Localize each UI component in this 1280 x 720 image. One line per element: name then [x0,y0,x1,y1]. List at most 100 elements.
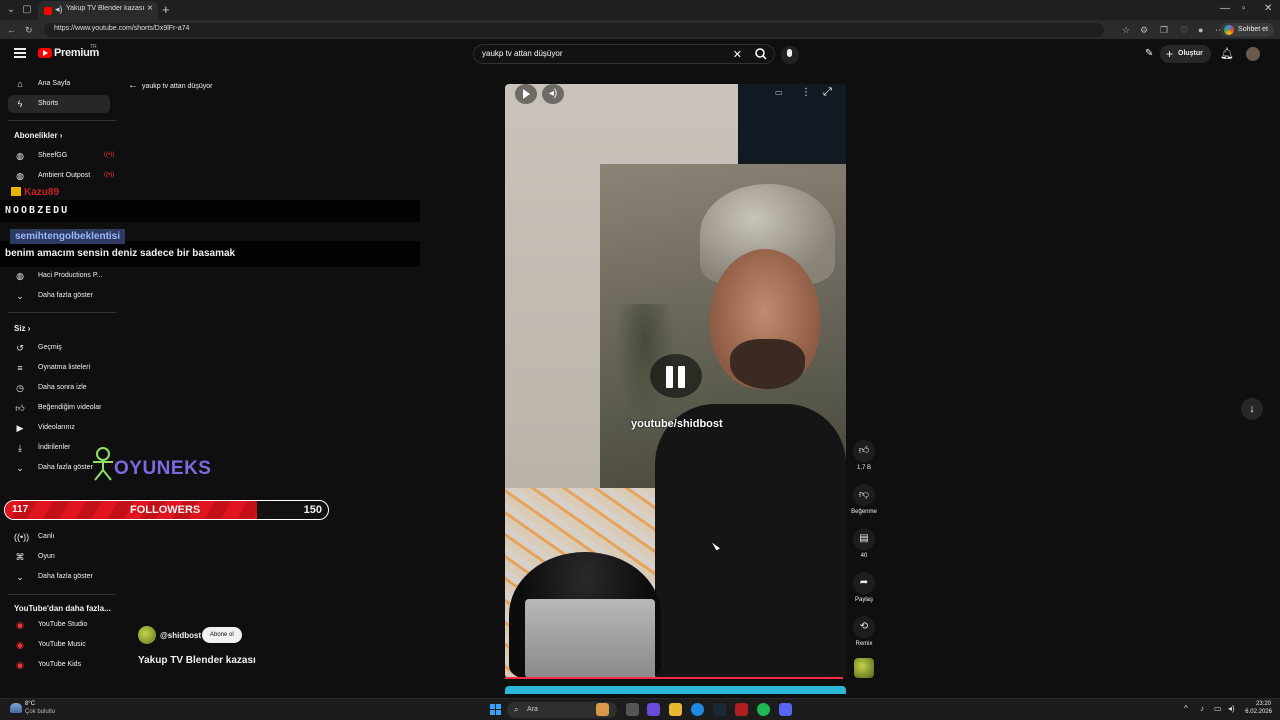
next-short-button[interactable]: ↓ [1241,398,1263,420]
workspaces-icon[interactable]: ▢ [20,3,34,17]
sidebar-item-liked[interactable]: 👍︎ Beğendiğim videolar [8,399,110,417]
sidebar-item-home[interactable]: ⌂ Ana Sayfa [8,75,110,93]
video-progress-bar[interactable] [505,677,843,679]
sidebar-item-kids[interactable]: ◉ YouTube Kids [8,656,110,674]
tray-overflow-icon[interactable]: ^ [1184,704,1188,713]
sidebar-item-explore-show-more[interactable]: ⌄ Daha fazla göster [8,568,110,586]
file-explorer-icon[interactable] [669,703,682,716]
steam-icon[interactable] [713,703,726,716]
sidebar-item-label: Beğendiğim videolar [38,404,102,411]
browser-tabstrip: ⌄ ▢ ◂) Yakup TV Blender kazası - YouTube… [0,0,1280,20]
sidebar-item-label: Videolarınız [38,424,75,431]
sidebar-item-sheefgg[interactable]: ◍ SheefGG ((•)) [8,147,114,165]
new-tab-button[interactable]: + [162,2,170,17]
sidebar-item-studio[interactable]: ◉ YouTube Studio [8,616,110,634]
cast-icon[interactable]: ✎ [1145,48,1153,59]
sidebar-item-watch-later[interactable]: ◷ Daha sonra izle [8,379,110,397]
obs-icon[interactable] [735,703,748,716]
comments-button[interactable]: ▤ 40 [852,528,876,559]
voice-search-button[interactable] [781,46,799,64]
play-button[interactable] [515,84,537,104]
search-box[interactable]: yaukp tv attan düşüyor ✕ [473,44,775,64]
sidebar-item-show-more[interactable]: ⌄ Daha fazla göster [8,287,110,305]
task-view-icon[interactable] [626,703,639,716]
favorites-bar-icon[interactable]: ♡ [1180,25,1188,36]
sidebar-item-label: Oyun [38,553,55,560]
discord-icon[interactable] [779,703,792,716]
channel-avatar[interactable] [138,626,156,644]
tray-app-icon[interactable]: ♪ [1200,704,1204,713]
copilot-chat-button[interactable]: Sohbet et [1220,23,1274,37]
youtube-logo-icon[interactable] [38,48,52,58]
back-icon[interactable]: ← [7,25,16,35]
weather-description[interactable]: Çok bulutlu [25,709,55,715]
favorite-icon[interactable]: ☆ [1122,25,1130,36]
followers-label: FOLLOWERS [130,504,201,516]
avatar[interactable] [1246,47,1260,61]
close-window-icon[interactable]: ✕ [1264,3,1272,14]
next-video-preview[interactable] [505,686,846,694]
back-to-search-link[interactable]: ← yaukp tv attan düşüyor [128,80,212,91]
shorts-video-player[interactable]: youtube/shidbost ◂) ▭ ⋮ ⤢ [505,84,846,678]
subscribe-button[interactable]: Abone ol [202,627,242,643]
sound-thumbnail[interactable] [854,658,874,678]
remix-button[interactable]: ⟲ Remix [852,616,876,647]
profile-icon[interactable]: ● [1198,25,1203,35]
volume-icon[interactable]: ◂) [542,84,564,104]
subscriptions-header[interactable]: Abonelikler › [14,131,62,140]
hamburger-menu-icon[interactable] [14,48,26,58]
channel-handle[interactable]: @shidbost [160,631,201,640]
url-field[interactable]: https://www.youtube.com/shorts/Dx9lFr-a7… [44,23,1104,37]
clock-date[interactable]: 6.02.2026 [1236,709,1272,715]
search-button[interactable] [748,45,774,63]
captions-icon[interactable]: ▭ [775,88,783,97]
notifications-icon[interactable]: 🔔︎ [1220,47,1234,60]
search-icon [755,48,767,60]
you-header[interactable]: Siz › [14,324,30,333]
clock-time[interactable]: 23:20 [1243,701,1271,707]
copilot-chat-label: Sohbet et [1238,26,1268,33]
fullscreen-icon[interactable]: ⤢ [823,86,832,99]
video-title[interactable]: Yakup TV Blender kazası [138,655,256,666]
extensions-icon[interactable]: ⚙ [1140,25,1148,36]
sidebar-item-label: Daha sonra izle [38,384,87,391]
sidebar-item-haci[interactable]: ◍ Haci Productions P... [8,267,110,285]
sidebar-item-shorts[interactable]: ϟ Shorts [8,95,110,113]
like-button[interactable]: 👍︎ 1,7 B [852,440,876,471]
sidebar-item-music[interactable]: ◉ YouTube Music [8,636,110,654]
sidebar-item-live[interactable]: ((•)) Canlı [8,528,110,546]
sidebar-item-label: Daha fazla göster [38,464,93,471]
dislike-button[interactable]: 👎︎ Beğenme [851,484,877,515]
clear-search-icon[interactable]: ✕ [733,48,742,61]
pause-indicator[interactable] [650,354,702,398]
speaker-icon[interactable]: ◂) [1228,704,1235,713]
sidebar-item-gaming[interactable]: ⌘ Oyun [8,548,110,566]
sidebar-item-playlists[interactable]: ≡ Oynatma listeleri [8,359,110,377]
sidebar-item-label: YouTube Studio [38,621,88,628]
weather-icon[interactable] [10,703,22,713]
more-options-icon[interactable]: ⋮ [801,87,811,98]
minimize-icon[interactable]: — [1220,3,1230,14]
maximize-icon[interactable]: ▫ [1242,3,1246,14]
close-tab-icon[interactable]: × [147,3,153,14]
youtube-favicon-icon [44,7,52,15]
sidebar-item-your-videos[interactable]: ▶ Videolarınız [8,419,110,437]
network-icon[interactable]: ▭ [1214,704,1222,713]
create-button[interactable]: Oluştur [1160,45,1211,63]
collections-icon[interactable]: ❐ [1160,25,1168,36]
weather-temperature[interactable]: 8°C [25,701,35,707]
spotify-icon[interactable] [757,703,770,716]
copilot-app-icon[interactable] [647,703,660,716]
sidebar-item-history[interactable]: ↺ Geçmiş [8,339,110,357]
tab-menu-icon[interactable]: ⌄ [4,3,18,17]
reload-icon[interactable]: ↻ [25,25,33,36]
edge-icon[interactable] [691,703,704,716]
search-input[interactable]: yaukp tv attan düşüyor [482,49,563,58]
search-icon: ⌕ [514,705,519,714]
start-button-icon[interactable] [490,704,501,715]
sidebar-item-ambient-outpost[interactable]: ◍ Ambient Outpost ((•)) [8,167,114,185]
share-button[interactable]: ➦ Paylaş [852,572,876,603]
widgets-icon[interactable] [596,703,609,716]
browser-tab[interactable]: ◂) Yakup TV Blender kazası - YouTube × [38,1,158,20]
audio-playing-icon[interactable]: ◂) [55,4,63,15]
